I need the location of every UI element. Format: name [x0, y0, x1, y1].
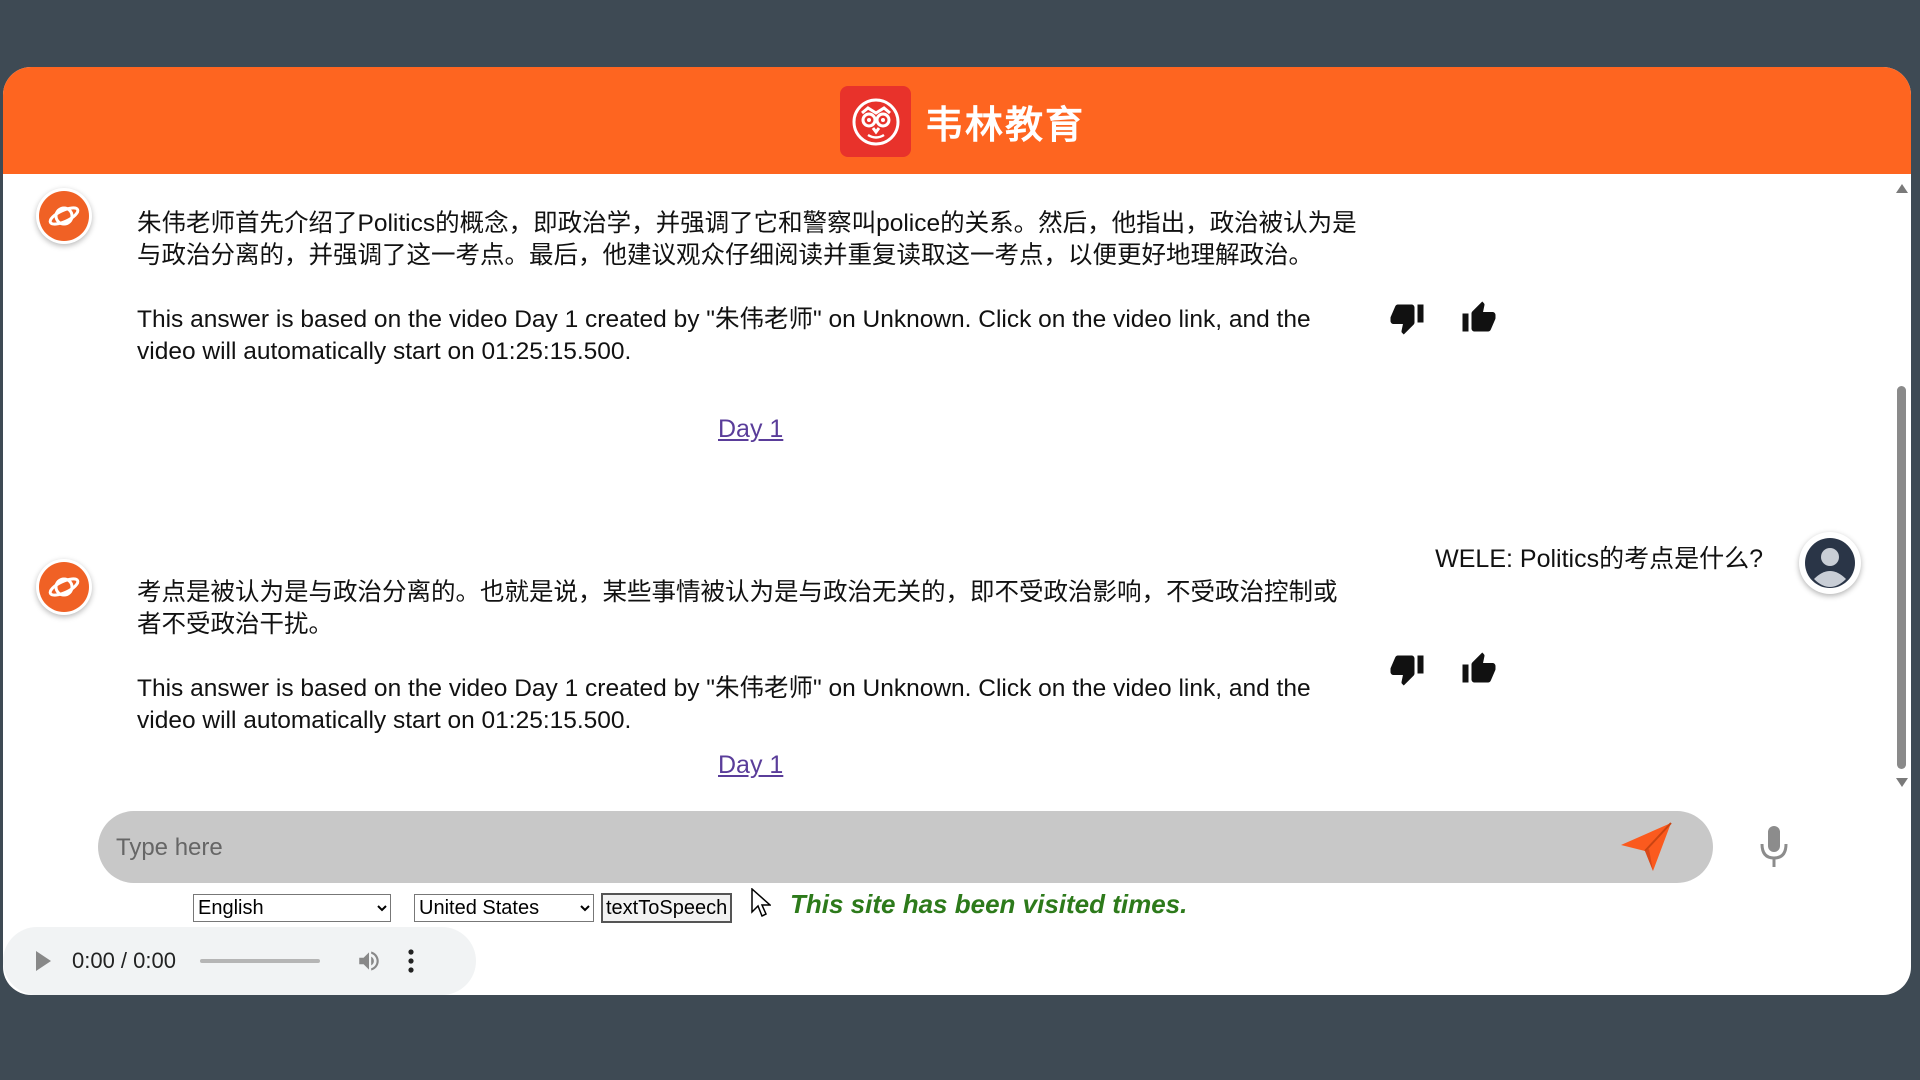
play-icon[interactable] [36, 951, 51, 971]
bot-message: 考点是被认为是与政治分离的。也就是说，某些事情被认为是与政治无关的，即不受政治影… [137, 577, 1357, 737]
message-text-cn: 朱伟老师首先介绍了Politics的概念，即政治学，并强调了它和警察叫polic… [137, 210, 1357, 269]
language-select[interactable]: English [193, 894, 391, 922]
feedback-buttons [1389, 300, 1497, 336]
owl-logo-icon [840, 86, 911, 157]
audio-progress-bar[interactable] [199, 959, 320, 963]
audio-time: 0:00 / 0:00 [72, 948, 176, 973]
scroll-up-arrow[interactable] [1896, 184, 1908, 193]
bot-avatar [36, 559, 92, 615]
app-window: 韦林教育 朱伟老师首先介绍了Politics的概念，即政治学，并强调了它和警察叫… [3, 67, 1911, 995]
message-input[interactable] [114, 811, 1618, 885]
user-message: WELE: Politics的考点是什么? [1435, 545, 1763, 573]
user-icon [1799, 532, 1861, 594]
thumbs-down-icon[interactable] [1389, 651, 1425, 687]
thumbs-up-icon[interactable] [1461, 300, 1497, 336]
video-link[interactable]: Day 1 [718, 415, 783, 444]
microphone-icon[interactable] [1757, 824, 1791, 872]
speech-controls: English United States textToSpeech [193, 893, 733, 923]
video-link[interactable]: Day 1 [718, 751, 783, 780]
scroll-thumb[interactable] [1897, 386, 1906, 769]
header-bar: 韦林教育 [3, 67, 1911, 174]
message-text-en: This answer is based on the video Day 1 … [137, 306, 1311, 365]
more-options-icon[interactable] [408, 948, 414, 974]
planet-icon [39, 562, 89, 612]
chat-scrollbar[interactable] [1891, 174, 1911, 797]
country-select[interactable]: United States [414, 894, 594, 922]
thumbs-up-icon[interactable] [1461, 651, 1497, 687]
scroll-down-arrow[interactable] [1896, 778, 1908, 787]
message-text-cn: 考点是被认为是与政治分离的。也就是说，某些事情被认为是与政治无关的，即不受政治影… [137, 579, 1338, 638]
planet-icon [39, 191, 89, 241]
brand-name: 韦林教育 [925, 105, 1086, 147]
chat-area: 朱伟老师首先介绍了Politics的概念，即政治学，并强调了它和警察叫polic… [3, 174, 1911, 918]
message-input-bar [98, 811, 1713, 885]
mouse-cursor-icon [751, 887, 772, 918]
bot-avatar [36, 188, 92, 244]
bot-message: 朱伟老师首先介绍了Politics的概念，即政治学，并强调了它和警察叫polic… [137, 208, 1357, 368]
thumbs-down-icon[interactable] [1389, 300, 1425, 336]
paper-plane-icon[interactable] [1617, 819, 1675, 875]
audio-player: 0:00 / 0:00 [3, 927, 476, 995]
visit-counter-text: This site has been visited times. [790, 889, 1188, 919]
text-to-speech-button[interactable]: textToSpeech [601, 893, 733, 923]
brand: 韦林教育 [840, 86, 1085, 157]
feedback-buttons [1389, 651, 1497, 687]
volume-icon[interactable] [356, 948, 382, 974]
message-text-en: This answer is based on the video Day 1 … [137, 675, 1311, 734]
